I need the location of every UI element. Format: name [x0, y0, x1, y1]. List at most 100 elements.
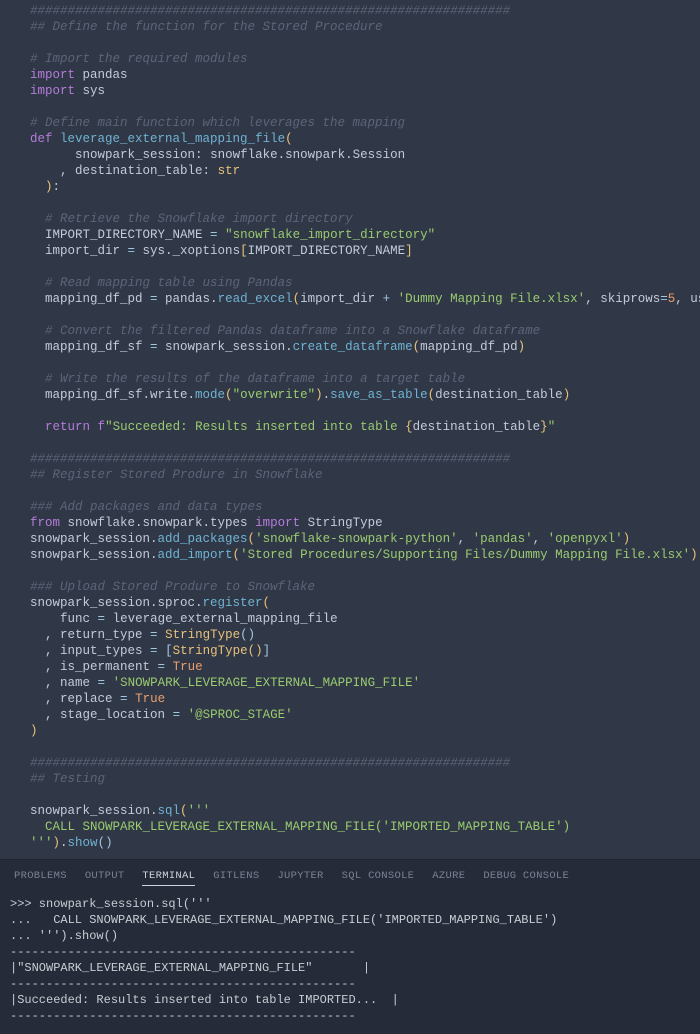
code-line[interactable]: def leverage_external_mapping_file( [6, 131, 700, 147]
code-line[interactable]: from snowflake.snowpark.types import Str… [6, 515, 700, 531]
line-gutter [6, 563, 30, 579]
code-line[interactable]: ########################################… [6, 755, 700, 771]
code-line[interactable]: snowpark_session.sql(''' [6, 803, 700, 819]
code-content: mapping_df_pd = pandas.read_excel(import… [30, 291, 700, 307]
code-line[interactable]: , input_types = [StringType()] [6, 643, 700, 659]
code-content: snowpark_session.sproc.register( [30, 595, 700, 611]
line-gutter [6, 211, 30, 227]
code-line[interactable]: ### Upload Stored Produre to Snowflake [6, 579, 700, 595]
panel-tabs: PROBLEMS OUTPUT TERMINAL GITLENS JUPYTER SQL … [0, 859, 700, 892]
code-content: import sys [30, 83, 700, 99]
code-line[interactable]: # Import the required modules [6, 51, 700, 67]
line-gutter [6, 595, 30, 611]
code-content: func = leverage_external_mapping_file [30, 611, 700, 627]
code-line[interactable]: snowpark_session: snowflake.snowpark.Ses… [6, 147, 700, 163]
line-gutter [6, 419, 30, 435]
code-line[interactable] [6, 563, 700, 579]
code-content: ########################################… [30, 3, 700, 19]
code-line[interactable]: # Retrieve the Snowflake import director… [6, 211, 700, 227]
panel-tab-azure[interactable]: AZURE [432, 870, 465, 886]
code-line[interactable]: ### Add packages and data types [6, 499, 700, 515]
terminal-output[interactable]: >>> snowpark_session.sql('''... CALL SNO… [0, 892, 700, 1034]
code-line[interactable]: , replace = True [6, 691, 700, 707]
line-gutter [6, 659, 30, 675]
line-gutter [6, 739, 30, 755]
code-content: ''').show() [30, 835, 700, 851]
line-gutter [6, 3, 30, 19]
panel-tab-debug-console[interactable]: DEBUG CONSOLE [483, 870, 569, 886]
panel-tab-sql-console[interactable]: SQL CONSOLE [342, 870, 415, 886]
code-line[interactable]: mapping_df_pd = pandas.read_excel(import… [6, 291, 700, 307]
code-line[interactable]: return f"Succeeded: Results inserted int… [6, 419, 700, 435]
code-line[interactable]: # Define main function which leverages t… [6, 115, 700, 131]
code-line[interactable] [6, 307, 700, 323]
code-line[interactable]: , is_permanent = True [6, 659, 700, 675]
code-content: ### Upload Stored Produre to Snowflake [30, 579, 700, 595]
code-content: ## Testing [30, 771, 700, 787]
code-line[interactable]: import pandas [6, 67, 700, 83]
code-line[interactable]: ): [6, 179, 700, 195]
code-line[interactable]: CALL SNOWPARK_LEVERAGE_EXTERNAL_MAPPING_… [6, 819, 700, 835]
code-line[interactable] [6, 435, 700, 451]
code-editor[interactable]: ########################################… [0, 0, 700, 859]
code-content: from snowflake.snowpark.types import Str… [30, 515, 700, 531]
code-line[interactable]: ## Testing [6, 771, 700, 787]
panel-tab-jupyter[interactable]: JUPYTER [277, 870, 323, 886]
code-line[interactable] [6, 99, 700, 115]
code-content: snowpark_session.sql(''' [30, 803, 700, 819]
line-gutter [6, 51, 30, 67]
code-line[interactable]: import_dir = sys._xoptions[IMPORT_DIRECT… [6, 243, 700, 259]
panel-tab-output[interactable]: OUTPUT [85, 870, 125, 886]
code-content [30, 739, 700, 755]
line-gutter [6, 451, 30, 467]
panel-tab-problems[interactable]: PROBLEMS [14, 870, 67, 886]
code-content [30, 355, 700, 371]
code-content: return f"Succeeded: Results inserted int… [30, 419, 700, 435]
code-line[interactable]: ########################################… [6, 451, 700, 467]
code-line[interactable]: , stage_location = '@SPROC_STAGE' [6, 707, 700, 723]
code-line[interactable]: snowpark_session.add_packages('snowflake… [6, 531, 700, 547]
code-content: ### Add packages and data types [30, 499, 700, 515]
code-line[interactable] [6, 739, 700, 755]
line-gutter [6, 163, 30, 179]
code-line[interactable]: ''').show() [6, 835, 700, 851]
code-line[interactable] [6, 195, 700, 211]
code-line[interactable]: ########################################… [6, 3, 700, 19]
code-line[interactable]: ## Register Stored Produre in Snowflake [6, 467, 700, 483]
code-line[interactable]: mapping_df_sf = snowpark_session.create_… [6, 339, 700, 355]
line-gutter [6, 275, 30, 291]
code-content [30, 35, 700, 51]
code-content: , return_type = StringType() [30, 627, 700, 643]
code-line[interactable]: ## Define the function for the Stored Pr… [6, 19, 700, 35]
code-line[interactable]: # Write the results of the dataframe int… [6, 371, 700, 387]
code-line[interactable]: , name = 'SNOWPARK_LEVERAGE_EXTERNAL_MAP… [6, 675, 700, 691]
line-gutter [6, 243, 30, 259]
code-line[interactable]: import sys [6, 83, 700, 99]
code-line[interactable] [6, 259, 700, 275]
panel-tab-gitlens[interactable]: GITLENS [213, 870, 259, 886]
code-line[interactable]: # Read mapping table using Pandas [6, 275, 700, 291]
code-line[interactable]: IMPORT_DIRECTORY_NAME = "snowflake_impor… [6, 227, 700, 243]
code-line[interactable]: , destination_table: str [6, 163, 700, 179]
line-gutter [6, 131, 30, 147]
code-line[interactable]: mapping_df_sf.write.mode("overwrite").sa… [6, 387, 700, 403]
code-line[interactable]: # Convert the filtered Pandas dataframe … [6, 323, 700, 339]
code-line[interactable]: ) [6, 723, 700, 739]
code-line[interactable] [6, 35, 700, 51]
code-line[interactable] [6, 787, 700, 803]
line-gutter [6, 83, 30, 99]
code-content: ): [30, 179, 700, 195]
code-line[interactable] [6, 355, 700, 371]
code-line[interactable]: snowpark_session.sproc.register( [6, 595, 700, 611]
code-content: , destination_table: str [30, 163, 700, 179]
line-gutter [6, 323, 30, 339]
code-line[interactable]: func = leverage_external_mapping_file [6, 611, 700, 627]
code-line[interactable]: snowpark_session.add_import('Stored Proc… [6, 547, 700, 563]
panel-tab-terminal[interactable]: TERMINAL [142, 870, 195, 886]
code-content [30, 99, 700, 115]
code-line[interactable] [6, 403, 700, 419]
code-content: , is_permanent = True [30, 659, 700, 675]
code-line[interactable] [6, 483, 700, 499]
line-gutter [6, 67, 30, 83]
code-line[interactable]: , return_type = StringType() [6, 627, 700, 643]
